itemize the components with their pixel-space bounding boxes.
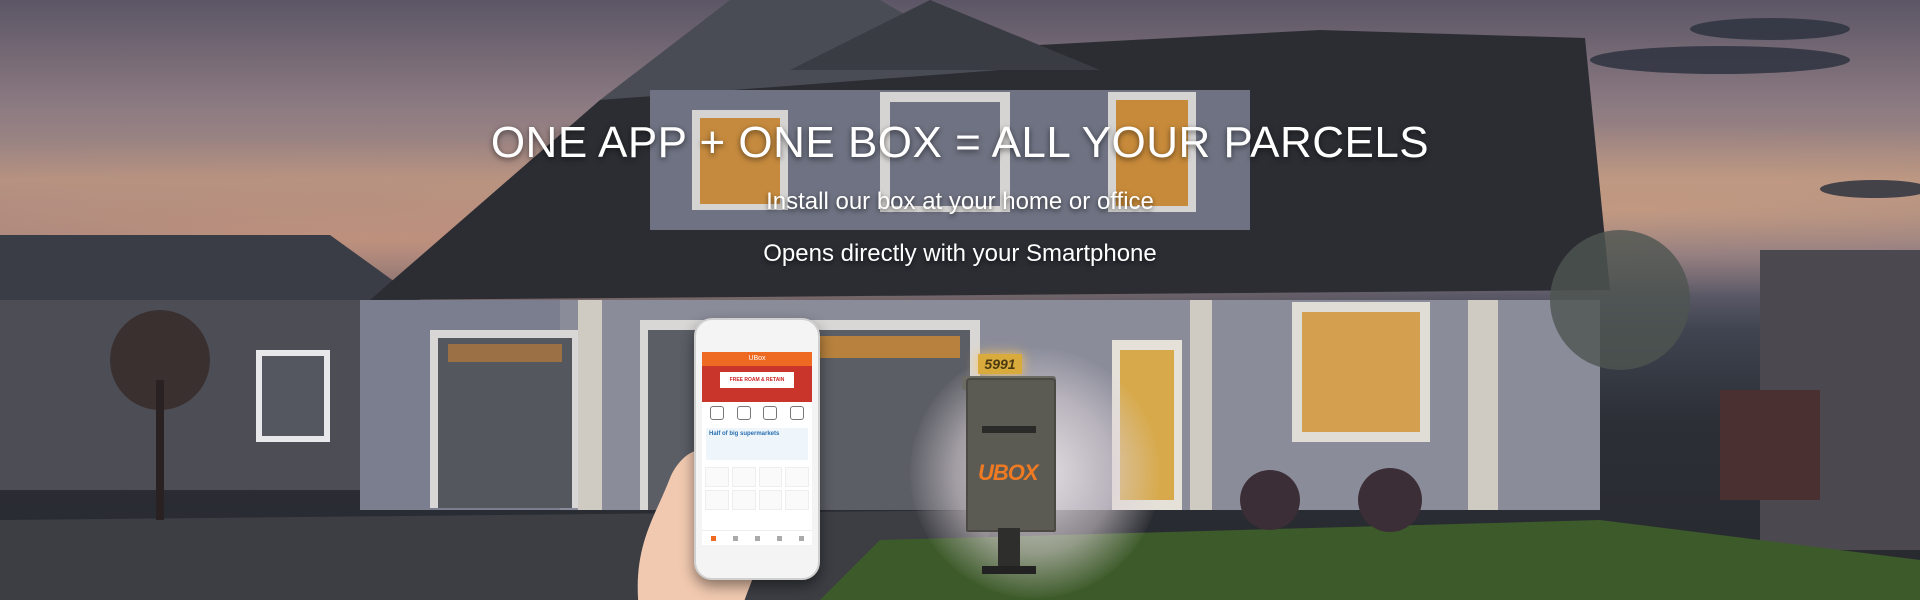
box-icon xyxy=(732,535,738,541)
hero-banner: ONE APP + ONE BOX = ALL YOUR PARCELS Ins… xyxy=(0,0,1920,600)
app-grid xyxy=(702,464,812,513)
app-title-bar: UBox xyxy=(702,352,812,366)
house-number-plate: 5991 xyxy=(978,354,1022,374)
app-tile xyxy=(705,467,729,487)
app-banner-card: FREE ROAM & RETAIN xyxy=(720,372,794,388)
app-tile xyxy=(785,467,809,487)
home-icon xyxy=(710,535,716,541)
app-tile xyxy=(731,490,756,510)
app-tile xyxy=(731,467,756,487)
app-tile xyxy=(705,490,729,510)
app-banner: FREE ROAM & RETAIN xyxy=(702,366,812,402)
subheadline-opens: Opens directly with your Smartphone xyxy=(763,240,1157,267)
headline: ONE APP + ONE BOX = ALL YOUR PARCELS xyxy=(490,118,1430,167)
bell-icon xyxy=(776,535,782,541)
app-tile xyxy=(758,467,783,487)
app-bottom-nav xyxy=(702,530,812,545)
user-icon xyxy=(798,535,804,541)
app-icon-row xyxy=(702,402,812,424)
app-tile xyxy=(758,490,783,510)
mail-slot xyxy=(982,426,1036,433)
mailbox-post xyxy=(998,528,1020,570)
smartphone-mockup: UBox FREE ROAM & RETAIN Half of big supe… xyxy=(694,318,820,580)
app-screen: UBox FREE ROAM & RETAIN Half of big supe… xyxy=(702,352,812,545)
app-icon xyxy=(736,406,751,420)
list-icon xyxy=(754,535,760,541)
mailbox-base xyxy=(982,566,1036,574)
subheadline-install: Install our box at your home or office xyxy=(766,188,1154,215)
ubox-logo: UBOX xyxy=(978,460,1039,485)
app-tile xyxy=(785,490,809,510)
app-icon xyxy=(710,406,725,420)
app-promo: Half of big supermarkets xyxy=(706,428,808,460)
parcel-box: UBOX xyxy=(966,378,1056,532)
app-icon xyxy=(789,406,804,420)
app-icon xyxy=(763,406,778,420)
